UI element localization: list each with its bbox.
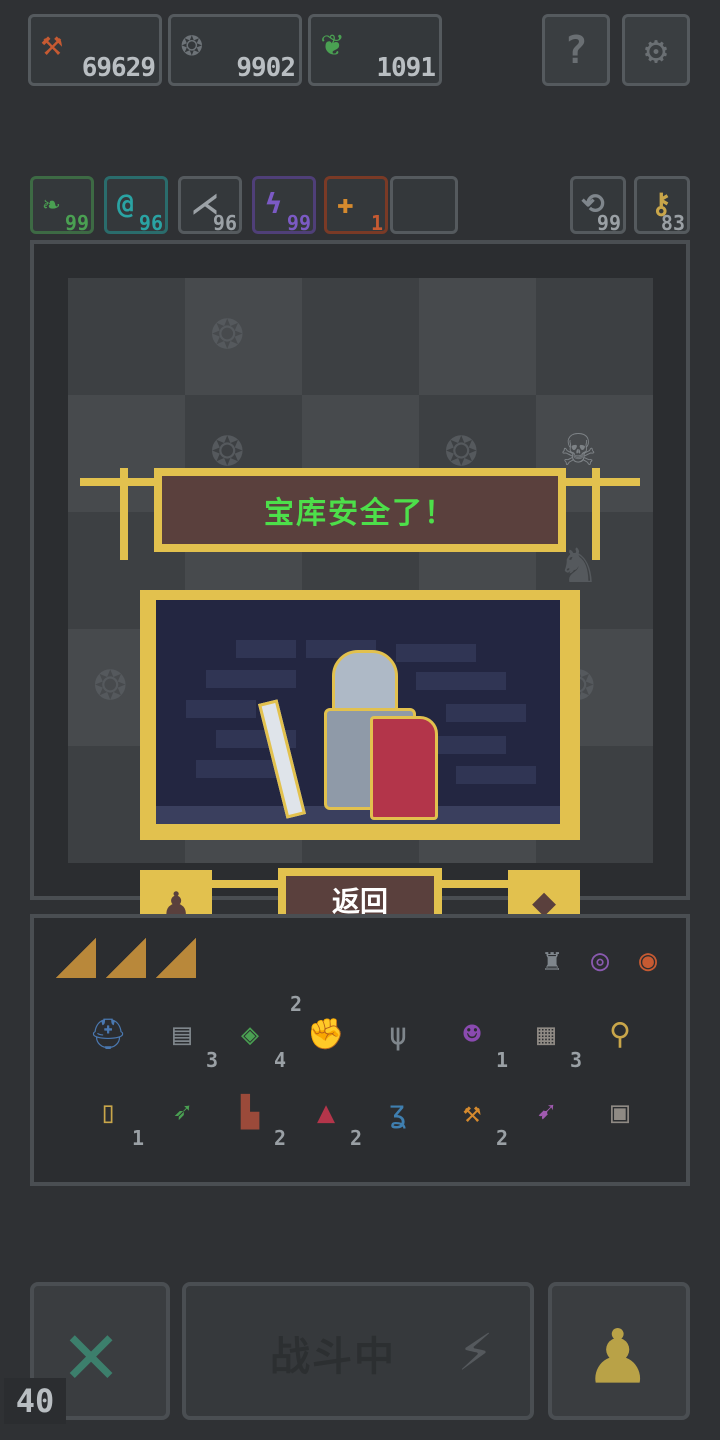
wedge-icon[interactable] [56,938,96,978]
item-qty: 3 [569,1048,582,1072]
item-qty: 2 [290,992,303,1016]
wedge-icon[interactable] [106,938,146,978]
resource-value-2: 9902 [236,53,296,83]
helmet-icon[interactable]: ⛑ [78,1004,138,1064]
staff-icon[interactable]: ⚲ [590,1004,650,1064]
item-qty: 2 [349,1126,362,1150]
resource-slot-2: ❂ 9902 [168,14,302,86]
axe-icon: ⚒ [41,23,63,64]
demon-icon[interactable]: ☻ 1 [442,1004,508,1073]
stat-bolt: ϟ 99 [252,176,316,235]
herb-icon: ❦ [321,23,343,64]
boot-icon[interactable]: ▙ 2 [220,1082,286,1151]
stat-swirl: @ 96 [104,176,168,235]
sword-icon [258,699,306,819]
battle-status-button[interactable]: 战斗中 ⚡ [182,1282,534,1420]
gem-icon[interactable]: ◈ 4 [220,1004,286,1073]
question-icon: ? [564,28,588,72]
board-cell[interactable]: ❂ [185,278,302,395]
potion-icon[interactable]: ▯ 1 [78,1082,144,1151]
resource-slot-3: ❦ 1091 [308,14,442,86]
vault-safe-banner: 宝库安全了！ [80,468,640,560]
wall-brick [206,670,296,688]
wall-brick [446,704,526,722]
stat-empty-slot [390,176,458,234]
feather-icon[interactable]: ʓ [368,1082,428,1142]
banner-post-left [120,468,128,560]
resource-value-1: 69629 [81,53,156,83]
stat-value: 1 [370,211,383,235]
stat-claw: ⋌ 96 [178,176,242,235]
board-cell[interactable] [536,278,653,395]
stat-value: 96 [212,211,237,235]
knight-cape [370,716,438,820]
counter-value: 83 [660,211,685,235]
stat-value: 99 [64,211,89,235]
fps-counter: 40 [4,1378,66,1424]
wedge-icon[interactable] [156,938,196,978]
fire-icon: ✚ [337,187,354,220]
wall-brick [236,640,296,658]
scroll-icon[interactable]: ▤ 3 [152,1004,218,1073]
counter-refresh[interactable]: ⟲ 99 [570,176,626,235]
battle-axe-icon[interactable]: ⚒ 2 [442,1082,508,1151]
stat-value: 96 [138,211,163,235]
knight-scene [156,600,560,824]
item-qty: 1 [131,1126,144,1150]
sword-icon: ⚡ [458,1316,493,1384]
curl-rock-icon: ❂ [211,298,244,361]
pawn-icon: ♟ [590,1298,646,1405]
stat-leaf: ❧ 99 [30,176,94,235]
mask-icon[interactable]: ▲ 2 [296,1082,362,1151]
item-qty: 2 [495,1126,508,1150]
resource-value-3: 1091 [376,53,436,83]
hero-button[interactable]: ♟ [548,1282,690,1420]
inventory-panel: ♜ ◎ ◉ ⛑ ▤ 3 ◈ 4 ✊ 2 ψ ☻ 1 ▦ 3 ⚲ ▯ 1 ➶ ▙ 2 ▲ 2 ʓ … [30,914,690,1186]
board-cell[interactable] [419,278,536,395]
map-icon[interactable]: ▦ 3 [516,1004,582,1073]
fist-icon[interactable]: ✊ 2 [290,992,356,1064]
settings-button[interactable]: ⚙ [622,14,690,86]
close-icon: ✕ [64,1300,119,1405]
chest-icon[interactable]: ▣ [590,1082,650,1142]
item-qty: 1 [495,1048,508,1072]
wall-brick [416,672,506,690]
item-qty: 4 [273,1048,286,1072]
gear-icon: ⚙ [644,28,668,72]
wall-brick [186,700,256,718]
dart-icon[interactable]: ➹ [516,1082,576,1142]
arrow-icon[interactable]: ➶ [152,1082,212,1142]
item-qty: 3 [205,1048,218,1072]
item-qty: 2 [273,1126,286,1150]
popup-title: 宝库安全了！ [264,496,456,531]
wall-brick [456,766,536,784]
bolt-icon: ϟ [265,187,282,220]
stat-value: 99 [286,211,311,235]
battle-label: 战斗中 [270,1334,396,1380]
curl-rock-icon: ❂ [94,649,127,712]
help-button[interactable]: ? [542,14,610,86]
button-rod-right [442,880,508,888]
wall-brick [436,736,506,754]
banner-post-right [592,468,600,560]
wall-brick [396,644,476,662]
stat-fire: ✚ 1 [324,176,388,235]
counter-key[interactable]: ⚷ 83 [634,176,690,235]
trident-icon[interactable]: ψ [368,1004,428,1064]
board-cell[interactable] [68,278,185,395]
banner-inner: 宝库安全了！ [162,476,558,544]
resource-slot-1: ⚒ 69629 [28,14,162,86]
counter-value: 99 [596,211,621,235]
knight-picture-frame [140,590,580,840]
curl-rock-icon: ❂ [181,23,203,64]
board-cell[interactable] [302,278,419,395]
amulet-icon[interactable]: ◉ [618,930,678,990]
leaf-icon: ❧ [43,187,60,220]
button-rod-left [212,880,278,888]
swirl-icon: @ [117,187,134,220]
